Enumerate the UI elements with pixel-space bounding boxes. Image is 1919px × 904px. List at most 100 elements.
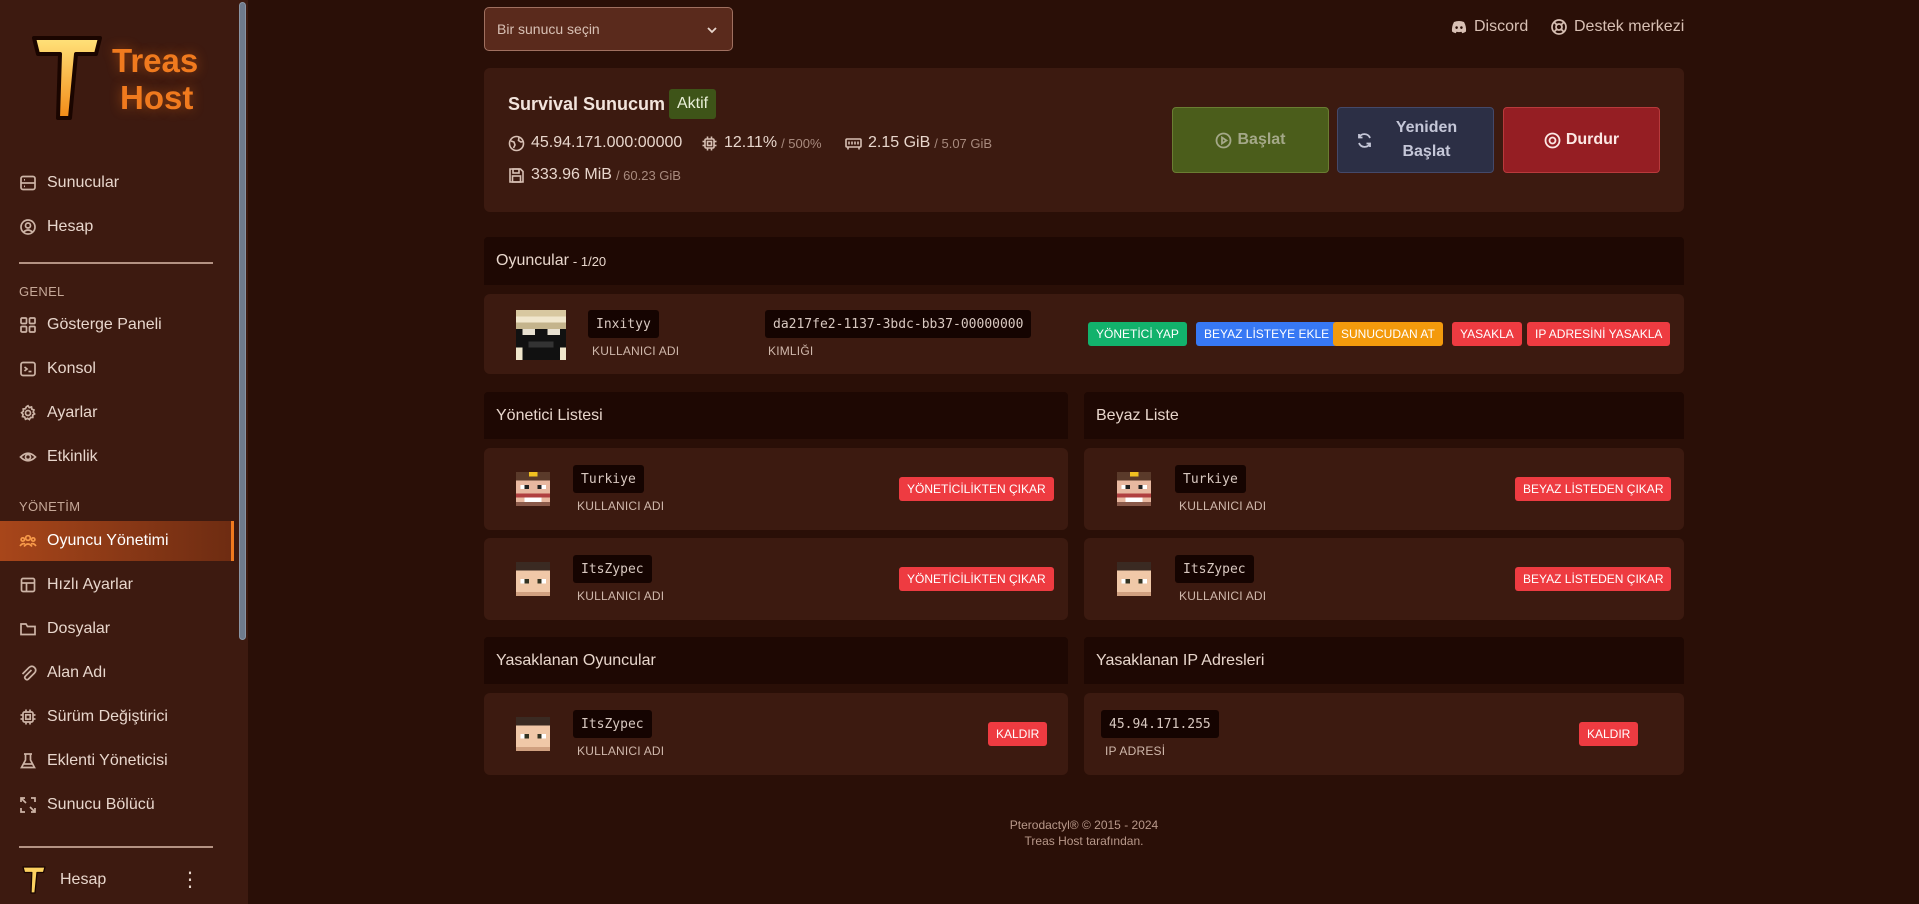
whitelist-title: Beyaz Liste	[1096, 406, 1179, 424]
kick-button[interactable]: SUNUCUDAN AT	[1333, 322, 1443, 346]
server-memory-limit: / 5.07 GiB	[934, 135, 993, 151]
player-avatar-itszypec	[1117, 562, 1151, 596]
sidebar-item-hizli-ayarlar[interactable]: Hızlı Ayarlar	[0, 565, 234, 605]
player-avatar-inxityy	[516, 310, 566, 360]
sidebar-item-label: Gösterge Paneli	[47, 316, 162, 333]
player-avatar-itszypec	[516, 562, 550, 596]
sidebar-divider	[19, 262, 213, 264]
user-circle-icon	[20, 219, 36, 235]
grid-icon	[20, 317, 36, 333]
server-address: 45.94.171.000:00000	[531, 134, 683, 151]
sidebar-item-surum-degistirici[interactable]: Sürüm Değiştirici	[0, 697, 234, 737]
chevron-down-icon	[707, 27, 717, 34]
sidebar-scrollbar[interactable]	[239, 2, 246, 640]
brand-name: Treas Host	[112, 42, 198, 116]
stat-address: 45.94.171.000:00000	[508, 134, 682, 152]
more-vertical-icon[interactable]: ⋮	[180, 868, 200, 892]
remove-from-whitelist-button[interactable]: BEYAZ LİSTEDEN ÇIKAR	[1515, 567, 1672, 591]
server-select-placeholder: Bir sunucu seçin	[497, 21, 600, 37]
whitelist-username-caption: KULLANICI ADI	[1179, 589, 1267, 603]
remove-op-button[interactable]: YÖNETİCİLİKTEN ÇIKAR	[899, 477, 1054, 501]
banned-players-header: Yasaklanan Oyuncular	[484, 637, 1068, 684]
sidebar-item-sunucular[interactable]: Sunucular	[0, 163, 234, 203]
sidebar-item-label: Hızlı Ayarlar	[47, 576, 133, 593]
restart-button[interactable]: Yeniden Başlat	[1337, 107, 1494, 173]
flask-icon	[20, 753, 36, 769]
gear-icon	[20, 404, 36, 421]
sidebar-item-gosterge-paneli[interactable]: Gösterge Paneli	[0, 305, 234, 345]
brand-logo[interactable]: Treas Host	[30, 32, 210, 128]
player-uuid-caption: KIMLIĞI	[768, 344, 814, 358]
stat-disk: 333.96 MiB / 60.23 GiB	[508, 166, 681, 184]
banned-player-row	[484, 693, 1068, 775]
sidebar-item-eklenti-yoneticisi[interactable]: Eklenti Yöneticisi	[0, 741, 234, 781]
ops-header: Yönetici Listesi	[484, 392, 1068, 439]
sidebar-item-label: Sunucu Bölücü	[47, 796, 155, 813]
sidebar-item-label: Ayarlar	[47, 404, 98, 421]
discord-icon	[1451, 21, 1467, 34]
op-username-caption: KULLANICI ADI	[577, 499, 665, 513]
server-select[interactable]: Bir sunucu seçin	[484, 7, 733, 51]
sidebar-item-label: Oyuncu Yönetimi	[47, 532, 169, 549]
lifebuoy-icon	[1551, 19, 1567, 35]
globe-icon	[508, 135, 525, 151]
sidebar-item-oyuncu-yonetimi[interactable]: Oyuncu Yönetimi	[0, 521, 234, 561]
status-badge: Aktif	[669, 89, 717, 119]
stop-button-label: Durdur	[1565, 131, 1620, 148]
server-cpu: 12.11%	[724, 134, 778, 151]
add-to-whitelist-button[interactable]: BEYAZ LİSTEYE EKLE	[1196, 322, 1338, 346]
server-disk: 333.96 MiB	[531, 166, 612, 183]
banned-ips-header: Yasaklanan IP Adresleri	[1084, 637, 1684, 684]
make-operator-button[interactable]: YÖNETİCİ YAP	[1088, 322, 1187, 346]
brand-line2: Host	[120, 79, 194, 116]
unban-player-button[interactable]: KALDIR	[988, 722, 1048, 746]
server-disk-limit: / 60.23 GiB	[615, 167, 681, 183]
player-avatar-itszypec	[516, 717, 550, 751]
sidebar-item-dosyalar[interactable]: Dosyalar	[0, 609, 234, 649]
footer-copyright: Pterodactyl® © 2015 - 2024	[1009, 818, 1159, 832]
banned-username-caption: KULLANICI ADI	[577, 744, 665, 758]
start-button[interactable]: Başlat	[1172, 107, 1329, 173]
player-avatar-turkiye	[1117, 472, 1151, 506]
player-username: Inxityy	[588, 310, 659, 338]
ops-title: Yönetici Listesi	[496, 406, 603, 424]
banned-ip-address: 45.94.171.255	[1101, 710, 1219, 738]
sidebar-item-label: Alan Adı	[47, 664, 107, 681]
ban-button[interactable]: YASAKLA	[1452, 322, 1522, 346]
whitelist-username: Turkiye	[1175, 465, 1246, 493]
discord-link[interactable]: Discord	[1450, 18, 1528, 36]
sidebar-item-ayarlar[interactable]: Ayarlar	[0, 393, 234, 433]
server-cpu-limit: / 500%	[781, 135, 822, 151]
sidebar-account[interactable]: Hesap ⋮	[0, 856, 248, 904]
refresh-icon	[1358, 133, 1371, 148]
sidebar-item-hesap[interactable]: Hesap	[0, 207, 234, 247]
banned-ip-caption: IP ADRESİ	[1105, 744, 1166, 758]
sidebar-item-alan-adi[interactable]: Alan Adı	[0, 653, 234, 693]
stop-button[interactable]: Durdur	[1503, 107, 1660, 173]
chip-icon	[20, 709, 36, 725]
banned-ips-title: Yasaklanan IP Adresleri	[1096, 651, 1265, 669]
paperclip-icon	[21, 665, 37, 681]
support-label: Destek merkezi	[1574, 18, 1685, 35]
sidebar-item-sunucu-bolucu[interactable]: Sunucu Bölücü	[0, 785, 234, 825]
stat-cpu: 12.11% / 500%	[701, 134, 822, 152]
sidebar-item-label: Sürüm Değiştirici	[47, 708, 168, 725]
remove-op-button[interactable]: YÖNETİCİLİKTEN ÇIKAR	[899, 567, 1054, 591]
unban-ip-button[interactable]: KALDIR	[1579, 722, 1639, 746]
op-username: Turkiye	[573, 465, 644, 493]
sidebar-item-label: Konsol	[47, 360, 96, 377]
start-button-label: Başlat	[1237, 131, 1286, 148]
players-header: Oyuncular - 1/20	[484, 237, 1684, 285]
ban-ip-button[interactable]: IP ADRESİNİ YASAKLA	[1527, 322, 1671, 346]
remove-from-whitelist-button[interactable]: BEYAZ LİSTEDEN ÇIKAR	[1515, 477, 1672, 501]
users-icon	[19, 534, 37, 548]
restart-label-line2: Başlat	[1402, 143, 1451, 160]
sidebar-item-konsol[interactable]: Konsol	[0, 349, 234, 389]
memory-icon	[845, 137, 862, 149]
players-count: - 1/20	[572, 253, 607, 269]
players-title: Oyuncular	[496, 252, 569, 269]
sidebar-item-etkinlik[interactable]: Etkinlik	[0, 437, 234, 477]
support-link[interactable]: Destek merkezi	[1550, 18, 1684, 36]
server-memory: 2.15 GiB	[868, 134, 931, 151]
folder-icon	[20, 623, 36, 636]
